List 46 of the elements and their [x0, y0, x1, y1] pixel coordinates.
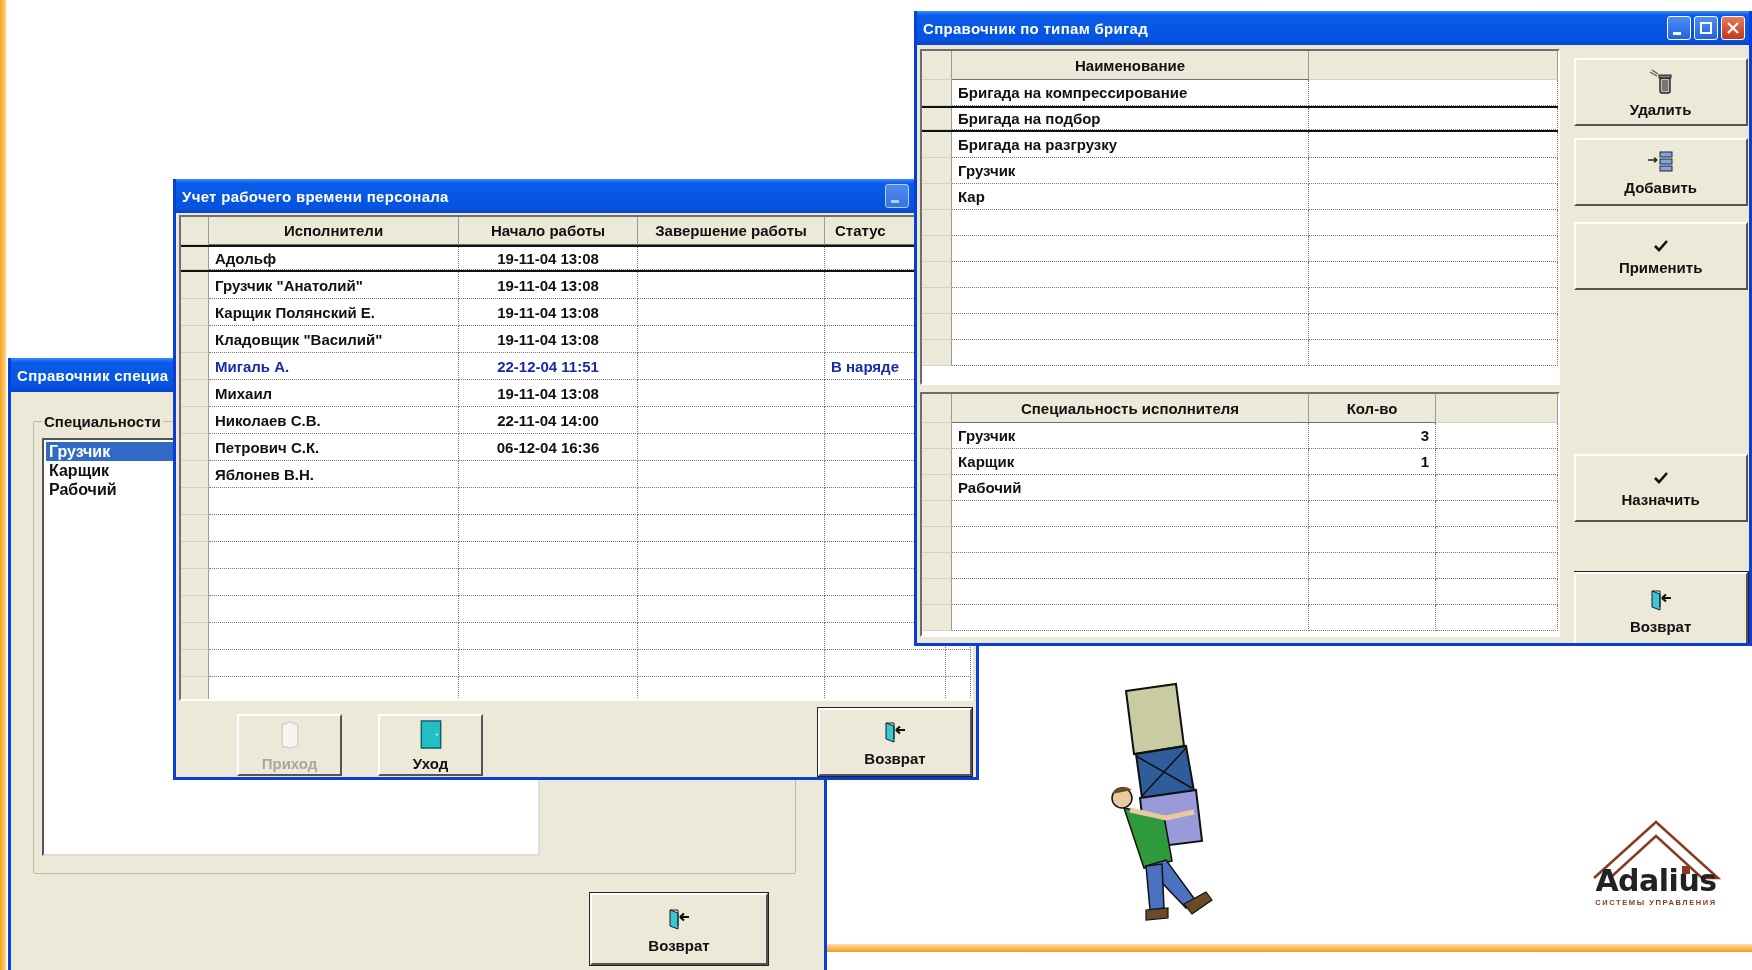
departure-button[interactable]: Уход	[378, 714, 483, 776]
table-cell: Грузчик	[952, 158, 1309, 184]
add-button[interactable]: Добавить	[1573, 138, 1748, 206]
window-title: Справочник специа	[17, 366, 169, 384]
table-cell: Адольф	[209, 247, 459, 270]
column-header[interactable]: Наименование	[952, 51, 1309, 80]
table-cell: Кладовщик "Василий"	[209, 326, 459, 353]
apply-button[interactable]: Применить	[1573, 222, 1748, 290]
table-cell: Мигаль А.	[209, 353, 459, 380]
table-cell: 19-11-04 13:08	[459, 326, 638, 353]
column-header[interactable]: Специальность исполнителя	[952, 394, 1309, 423]
column-header[interactable]: Кол-во	[1309, 394, 1436, 423]
return-button[interactable]: Возврат	[590, 893, 768, 965]
table-cell: 22-12-04 11:51	[459, 353, 638, 380]
table-cell: Карщик	[952, 449, 1309, 475]
table-cell: 19-11-04 13:08	[459, 380, 638, 407]
delete-button[interactable]: Удалить	[1573, 58, 1748, 126]
table-cell: Михаил	[209, 380, 459, 407]
table-cell: Бригада на подбор	[952, 108, 1309, 130]
column-header[interactable]: Исполнители	[209, 217, 459, 245]
column-header[interactable]: Начало работы	[459, 217, 638, 245]
table-cell: Карщик Полянский Е.	[209, 299, 459, 326]
table-cell: 19-11-04 13:08	[459, 299, 638, 326]
group-label: Специальности	[43, 413, 162, 430]
assign-button[interactable]: Назначить	[1573, 454, 1748, 522]
table-cell: 06-12-04 16:36	[459, 434, 638, 461]
table-cell: Грузчик	[952, 423, 1309, 449]
table-cell: Бригада на компрессирование	[952, 80, 1309, 106]
column-header[interactable]: Завершение работы	[638, 217, 825, 245]
table-cell: 3	[1309, 423, 1436, 449]
window-title: Учет рабочего времени персонала	[182, 187, 449, 205]
table-cell: Кар	[952, 184, 1309, 210]
table-cell: 1	[1309, 449, 1436, 475]
logo-wordmark: Adalius	[1595, 866, 1717, 896]
table-cell: Грузчик "Анатолий"	[209, 272, 459, 299]
table-cell: Яблонев В.Н.	[209, 461, 459, 488]
table-cell: 19-11-04 13:08	[459, 247, 638, 270]
table-cell: Николаев С.В.	[209, 407, 459, 434]
return-button[interactable]: Возврат	[1573, 572, 1748, 643]
table-cell: Петрович С.К.	[209, 434, 459, 461]
table-cell: 19-11-04 13:08	[459, 272, 638, 299]
table-cell: Бригада на разгрузку	[952, 132, 1309, 158]
return-button[interactable]: Возврат	[818, 708, 972, 776]
window-title: Справочник по типам бригад	[923, 19, 1149, 37]
table-cell: 22-11-04 14:00	[459, 407, 638, 434]
table-cell: Рабочий	[952, 475, 1309, 501]
